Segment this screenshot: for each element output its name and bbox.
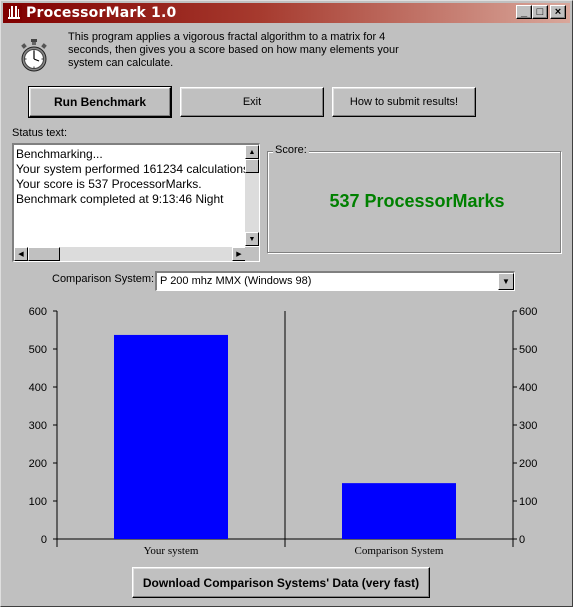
main-window: ProcessorMark 1.0 _ □ × This program app… — [0, 0, 573, 607]
status-line: Benchmark completed at 9:13:46 Night — [16, 192, 224, 206]
category-label: Comparison System — [355, 545, 444, 557]
chevron-down-icon[interactable]: ▼ — [498, 273, 514, 290]
scroll-down-icon[interactable]: ▼ — [245, 232, 259, 246]
stopwatch-icon — [6, 5, 22, 21]
y-tick-label-left: 500 — [29, 344, 47, 356]
status-label: Status text: — [12, 127, 68, 139]
run-benchmark-button[interactable]: Run Benchmark — [28, 86, 172, 118]
scroll-left-icon[interactable]: ◀ — [14, 247, 28, 261]
exit-button[interactable]: Exit — [180, 87, 324, 117]
window-title: ProcessorMark 1.0 — [26, 5, 177, 21]
y-tick-label-left: 0 — [41, 534, 47, 546]
status-line: Your score is 537 ProcessorMarks. — [16, 177, 202, 191]
benchmark-chart: 0 0 100 100 200 200 300 300 400 400 500 500 600 600 Yo… — [29, 306, 538, 557]
y-tick-label-right: 0 — [519, 534, 525, 546]
y-tick-label-left: 400 — [29, 382, 47, 394]
scroll-up-icon[interactable]: ▲ — [245, 145, 259, 159]
title-bar[interactable]: ProcessorMark 1.0 _ □ × — [3, 3, 570, 23]
y-tick-label-left: 100 — [29, 496, 47, 508]
y-tick-label-right: 500 — [519, 344, 537, 356]
bar-1 — [342, 483, 456, 539]
download-comparison-button[interactable]: Download Comparison Systems' Data (very … — [132, 567, 430, 598]
minimize-button[interactable]: _ — [516, 5, 532, 19]
vertical-scrollbar[interactable]: ▲ ▼ — [245, 145, 259, 246]
category-label: Your system — [144, 545, 199, 557]
bar-0 — [114, 334, 228, 539]
stopwatch-icon — [21, 39, 47, 72]
maximize-button[interactable]: □ — [532, 5, 548, 19]
scroll-corner — [245, 247, 259, 261]
y-tick-label-left: 200 — [29, 458, 47, 470]
horizontal-scrollbar[interactable]: ◀ ▶ — [14, 247, 246, 261]
y-tick-label-right: 400 — [519, 382, 537, 394]
score-label: Score: — [273, 144, 309, 156]
y-tick-label-right: 200 — [519, 458, 537, 470]
scroll-thumb[interactable] — [245, 159, 259, 173]
scroll-thumb[interactable] — [28, 247, 60, 261]
y-tick-label-left: 300 — [29, 420, 47, 432]
submit-results-button[interactable]: How to submit results! — [332, 87, 476, 117]
close-button[interactable]: × — [550, 5, 566, 19]
status-line: Benchmarking... — [16, 147, 103, 161]
y-tick-label-left: 600 — [29, 306, 47, 318]
comparison-label: Comparison System: — [52, 273, 155, 285]
score-value: 537 ProcessorMarks — [329, 191, 505, 211]
scroll-right-icon[interactable]: ▶ — [232, 247, 246, 261]
description-text: This program applies a vigorous fractal … — [68, 31, 399, 69]
y-tick-label-right: 600 — [519, 306, 537, 318]
comparison-selected-value: P 200 mhz MMX (Windows 98) — [160, 275, 312, 287]
status-textbox[interactable]: Benchmarking... Your system performed 16… — [12, 143, 260, 262]
y-tick-label-right: 100 — [519, 496, 537, 508]
status-line: Your system performed 161234 calculation… — [16, 162, 246, 176]
y-tick-label-right: 300 — [519, 420, 537, 432]
comparison-system-select[interactable]: P 200 mhz MMX (Windows 98) ▼ — [155, 271, 515, 291]
